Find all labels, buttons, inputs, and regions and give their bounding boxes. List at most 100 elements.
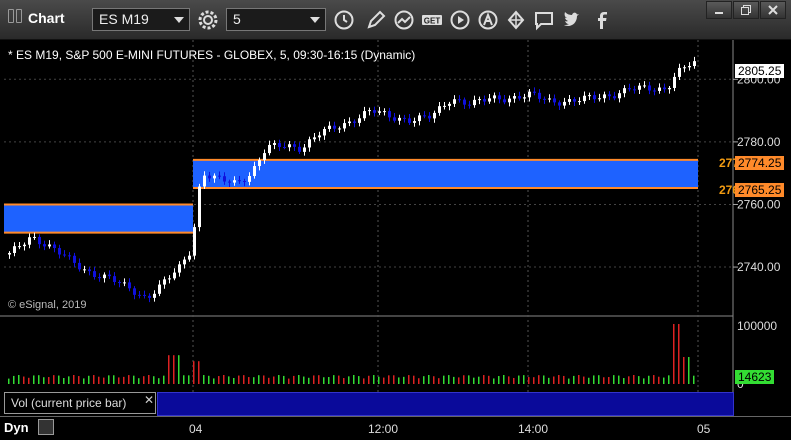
- pencil-icon[interactable]: [364, 8, 388, 32]
- lock-icon[interactable]: [38, 419, 54, 435]
- play-icon[interactable]: [448, 8, 472, 32]
- candle-body: [338, 128, 341, 130]
- volume-bar: [103, 377, 105, 384]
- interval-combo[interactable]: 5: [226, 8, 326, 31]
- zone-layer: [4, 158, 698, 234]
- volume-bar: [573, 375, 575, 384]
- volume-bar: [578, 375, 580, 384]
- candle-body: [58, 248, 61, 255]
- volume-bar: [533, 377, 535, 384]
- twitter-icon[interactable]: [560, 8, 584, 32]
- volume-bar: [13, 375, 15, 384]
- facebook-icon[interactable]: [590, 8, 614, 32]
- candle-body: [663, 87, 666, 90]
- volume-bar: [278, 375, 280, 384]
- chart-icon[interactable]: [392, 8, 416, 32]
- volume-layer: [8, 324, 695, 384]
- candle-body: [423, 115, 426, 117]
- candle-body: [568, 99, 571, 102]
- candle-body: [158, 284, 161, 294]
- volume-bar: [293, 375, 295, 384]
- price-axis: 2800.002780.002760.002740.001000000: [733, 72, 781, 391]
- candle-body: [598, 98, 601, 100]
- volume-bar: [323, 377, 325, 384]
- candle-body: [593, 95, 596, 100]
- candle-body: [523, 97, 526, 99]
- candle-body: [28, 237, 31, 245]
- candle-body: [418, 115, 421, 122]
- volume-bar: [123, 376, 125, 384]
- candle-body: [498, 95, 501, 100]
- candle-body: [203, 175, 206, 187]
- restore-icon[interactable]: [733, 1, 759, 19]
- volume-bar: [368, 375, 370, 384]
- window-title: Chart: [28, 10, 65, 26]
- minimize-icon[interactable]: [706, 1, 732, 19]
- candle-body: [678, 67, 681, 77]
- candle-body: [283, 147, 286, 149]
- volume-bar: [188, 375, 190, 384]
- candle-body: [288, 144, 291, 148]
- volume-bar: [58, 375, 60, 384]
- volume-bar: [243, 375, 245, 384]
- volume-bar: [343, 378, 345, 384]
- volume-bar: [263, 375, 265, 384]
- candle-body: [18, 246, 21, 248]
- volume-bar: [588, 377, 590, 384]
- symbol-combo[interactable]: ES M19: [92, 8, 190, 31]
- candle-body: [558, 102, 561, 106]
- alert-icon[interactable]: [476, 8, 500, 32]
- volume-bar: [628, 376, 630, 384]
- close-study-icon[interactable]: ✕: [144, 393, 154, 407]
- candle-body: [553, 98, 556, 103]
- candle-body: [628, 88, 631, 90]
- volume-bar: [373, 375, 375, 384]
- candle-body: [183, 259, 186, 265]
- get-icon[interactable]: GET: [420, 8, 444, 32]
- candle-body: [683, 67, 686, 69]
- symbol-value: ES M19: [99, 11, 149, 27]
- candle-body: [98, 277, 101, 279]
- candle-body: [368, 110, 371, 112]
- candle-body: [323, 129, 326, 136]
- candle-body: [463, 99, 466, 105]
- volume-bar: [663, 377, 665, 384]
- volume-bar: [503, 375, 505, 384]
- mode-label[interactable]: Dyn: [4, 420, 29, 435]
- volume-bar: [303, 376, 305, 384]
- chart-canvas[interactable]: 2800.002780.002760.002740.001000000: [0, 40, 791, 416]
- candle-body: [233, 180, 236, 183]
- volume-bar: [218, 376, 220, 384]
- candle-body: [148, 295, 151, 298]
- volume-bar: [618, 375, 620, 384]
- volume-bar: [273, 376, 275, 384]
- chevron-down-icon[interactable]: [310, 17, 320, 23]
- candle-body: [258, 160, 261, 167]
- volume-bar: [553, 376, 555, 384]
- candle-body: [243, 180, 246, 182]
- network-icon[interactable]: [504, 8, 528, 32]
- candle-body: [373, 110, 376, 113]
- volume-bar: [298, 375, 300, 384]
- volume-bar: [583, 376, 585, 384]
- volume-bar: [203, 375, 205, 384]
- candle-body: [293, 144, 296, 147]
- volume-bar: [223, 375, 225, 384]
- clock-icon[interactable]: [332, 8, 356, 32]
- candle-body: [103, 274, 106, 279]
- volume-bar: [248, 377, 250, 384]
- candle-body: [448, 103, 451, 106]
- volume-bar: [693, 375, 695, 384]
- settings-gear-icon[interactable]: [196, 8, 220, 32]
- volume-bar: [63, 378, 65, 384]
- candle-body: [193, 227, 196, 256]
- chevron-down-icon[interactable]: [174, 17, 184, 23]
- window-icon-right: [16, 9, 22, 23]
- volume-bar: [333, 375, 335, 384]
- volume-study-label[interactable]: Vol (current price bar): [4, 392, 156, 414]
- chat-icon[interactable]: [532, 8, 556, 32]
- candle-body: [428, 115, 431, 119]
- close-icon[interactable]: [760, 1, 786, 19]
- candle-body: [443, 105, 446, 107]
- candle-body: [358, 118, 361, 123]
